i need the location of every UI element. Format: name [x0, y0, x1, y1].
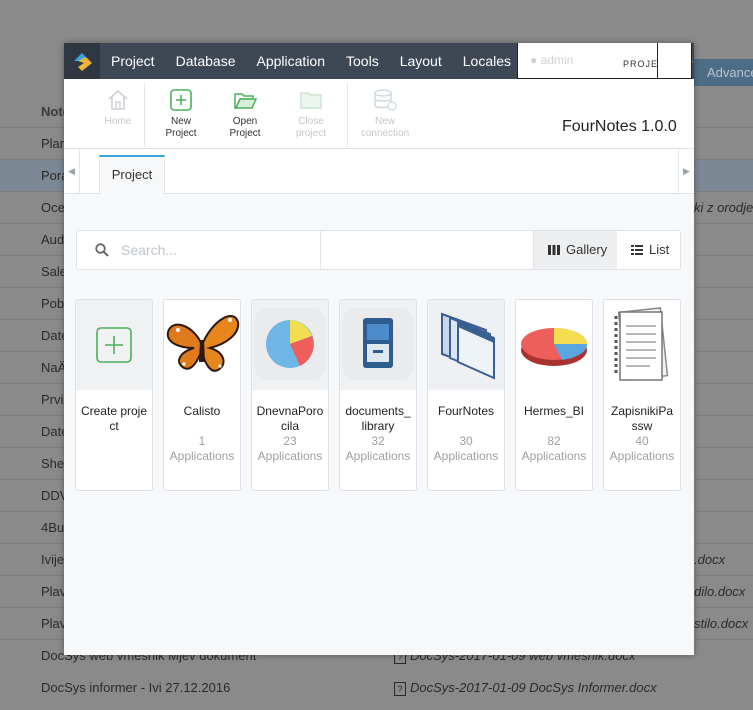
app-logo-icon [64, 43, 100, 79]
open-project-button[interactable]: Open Project [224, 87, 266, 140]
ribbon-toolbar: Home New Project Open Project Close project… [64, 79, 694, 149]
list-item[interactable]: DocSys informer - Ivi 27.12.2016? DocSys-… [0, 672, 753, 704]
search-icon [95, 243, 109, 257]
tab-scroll-right-icon[interactable]: ▶ [678, 149, 694, 193]
project-card-documents-library[interactable]: documents_library 32 Applications [339, 299, 417, 491]
project-card-fournotes[interactable]: FourNotes 30 Applications [427, 299, 505, 491]
tab-bar: ◀ Project ▶ [64, 149, 694, 194]
menu-item-application[interactable]: Application [246, 43, 336, 79]
menu-bar: Project Database Application Tools Layout Loc… [64, 43, 694, 79]
grid-icon [548, 245, 560, 255]
menu-item-database[interactable]: Database [165, 43, 246, 79]
home-button[interactable]: Home [100, 87, 136, 128]
document-icon: ? [394, 681, 406, 696]
butterfly-icon [166, 315, 240, 372]
user-icon: ● admin [530, 53, 574, 67]
create-project-card[interactable]: Create project [75, 299, 153, 491]
home-icon [108, 89, 128, 110]
tab-project[interactable]: Project [99, 155, 165, 194]
project-card-zapisnikipassw[interactable]: ZapisnikiPassw 40 Applications [603, 299, 681, 491]
menu-item-layout[interactable]: Layout [389, 43, 452, 79]
app-version: FourNotes 1.0.0 [562, 118, 677, 135]
advanced-search-button[interactable]: Advanced Search [693, 59, 753, 86]
search-bar: Gallery List [76, 230, 681, 270]
search-input[interactable] [121, 232, 317, 268]
project-gallery: Create project Calisto 1 Applications Dn… [75, 299, 685, 491]
folder-open-icon [234, 93, 258, 109]
plus-square-icon [170, 89, 192, 111]
new-project-button[interactable]: New Project [160, 87, 202, 140]
project-card-hermes-bi[interactable]: Hermes_BI 82 Applications [515, 299, 593, 491]
list-view-button[interactable]: List [617, 231, 681, 269]
project-manager-dialog: Project Database Application Tools Layout Loc… [64, 43, 694, 655]
windows-stack-icon [441, 312, 495, 380]
username-field[interactable]: ● admin [517, 43, 622, 79]
list-icon [631, 245, 643, 255]
project-card-calisto[interactable]: Calisto 1 Applications [163, 299, 241, 491]
menu-item-locales[interactable]: Locales [452, 43, 521, 79]
project-indicator: PROJECT [621, 43, 658, 79]
folder-icon [300, 92, 322, 109]
filing-cabinet-icon [342, 308, 414, 380]
close-project-button[interactable]: Close project [290, 87, 332, 140]
menu-item-project[interactable]: Project [100, 43, 165, 79]
plus-icon [96, 327, 132, 363]
tab-scroll-left-icon[interactable]: ◀ [64, 149, 80, 193]
pie-chart-icon [254, 308, 326, 380]
pie-chart-3d-icon [521, 328, 588, 366]
database-add-icon [374, 89, 397, 111]
new-connection-button[interactable]: New connection [356, 87, 414, 140]
close-dialog-button[interactable] [658, 43, 692, 79]
notepad-icon [614, 307, 669, 381]
menu-item-tools[interactable]: Tools [335, 43, 389, 79]
project-card-dnevnaporocila[interactable]: DnevnaPorocila 23 Applications [251, 299, 329, 491]
gallery-view-button[interactable]: Gallery [533, 231, 617, 269]
